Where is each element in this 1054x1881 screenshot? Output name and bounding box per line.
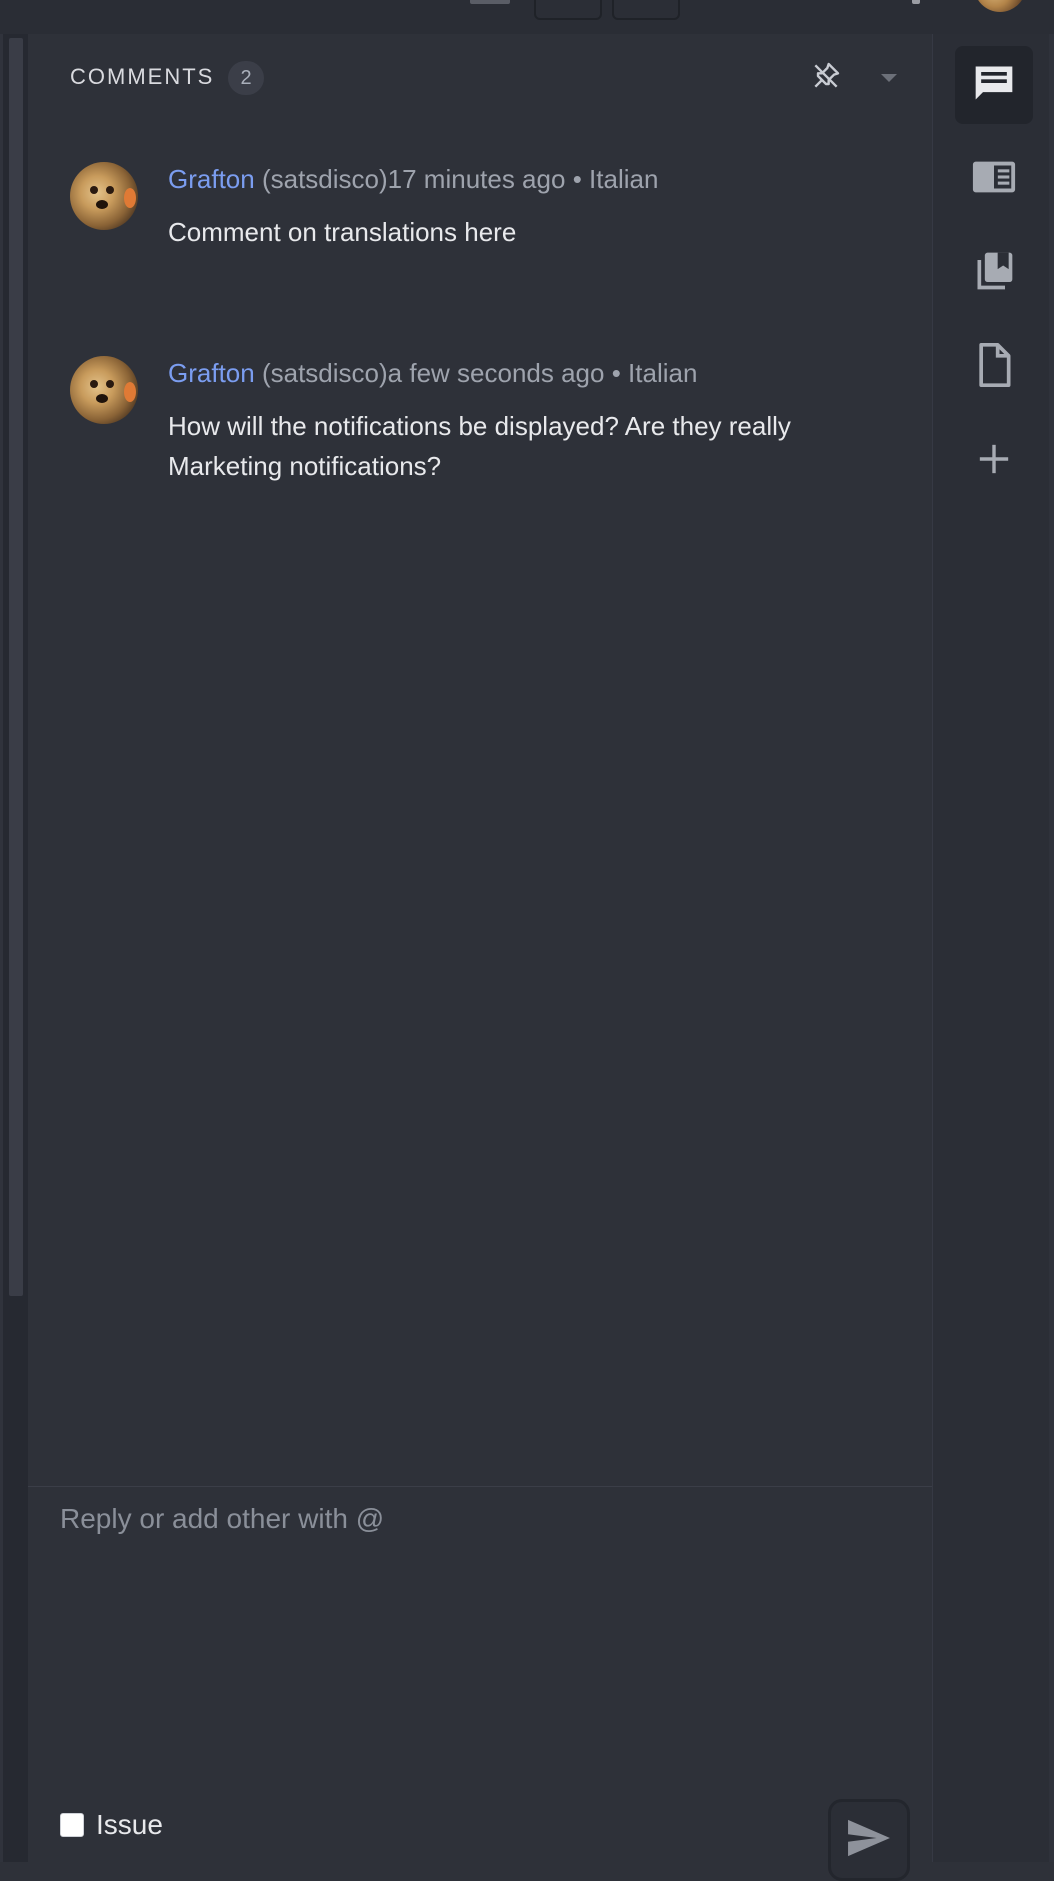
- scrollbar[interactable]: [9, 38, 23, 1296]
- comment-timestamp: a few seconds ago: [387, 358, 605, 388]
- sidebar-item-add[interactable]: [955, 422, 1033, 500]
- comment-meta: Grafton (satsdisco)17 minutes ago • Ital…: [168, 164, 658, 195]
- comment-item: Grafton (satsdisco)17 minutes ago • Ital…: [70, 162, 900, 282]
- issue-toggle[interactable]: Issue: [60, 1809, 163, 1841]
- top-toolbar: [0, 0, 1054, 35]
- right-edge: [1049, 34, 1054, 1862]
- comment-timestamp: 17 minutes ago: [387, 164, 566, 194]
- avatar[interactable]: [70, 162, 138, 230]
- document-icon: [974, 342, 1014, 392]
- pin-button[interactable]: [804, 56, 848, 100]
- send-button[interactable]: [828, 1799, 910, 1881]
- panel-header: COMMENTS 2: [28, 34, 932, 114]
- comment-text: How will the notifications be displayed?…: [168, 411, 791, 481]
- toolbar-button[interactable]: [612, 0, 680, 20]
- panel-title: COMMENTS: [70, 64, 215, 89]
- comment-composer: Issue: [28, 1486, 932, 1881]
- sidebar-item-reader[interactable]: [955, 140, 1033, 218]
- toolbar-button[interactable]: [534, 0, 602, 20]
- comment-language: Italian: [589, 164, 659, 194]
- author-handle: (satsdisco): [261, 164, 388, 194]
- toolbar-square-icon[interactable]: [470, 0, 510, 4]
- comment-meta: Grafton (satsdisco)a few seconds ago • I…: [168, 358, 697, 389]
- comment-text: Comment on translations here: [168, 217, 517, 247]
- comment-item: Grafton (satsdisco)a few seconds ago • I…: [70, 356, 900, 496]
- reader-panel-icon: [971, 157, 1017, 202]
- avatar[interactable]: [70, 356, 138, 424]
- meta-separator: •: [611, 358, 621, 388]
- reply-input[interactable]: [58, 1501, 902, 1725]
- comments-icon: [972, 61, 1016, 110]
- author-link[interactable]: Grafton: [168, 164, 255, 194]
- comments-panel: COMMENTS 2 Grafton (satsdisco)17 minutes…: [28, 34, 932, 1881]
- meta-separator: •: [572, 164, 582, 194]
- issue-label: Issue: [96, 1809, 163, 1840]
- toolbar-indicator-icon: [912, 0, 920, 4]
- right-sidebar: [932, 34, 1054, 1862]
- issue-checkbox[interactable]: [60, 1813, 84, 1837]
- author-link[interactable]: Grafton: [168, 358, 255, 388]
- user-avatar[interactable]: [974, 0, 1026, 12]
- sidebar-item-document[interactable]: [955, 328, 1033, 406]
- comment-language: Italian: [628, 358, 698, 388]
- author-handle: (satsdisco): [261, 358, 388, 388]
- left-gutter: [0, 34, 28, 1862]
- sidebar-item-glossary[interactable]: [955, 234, 1033, 312]
- comment-count-badge: 2: [228, 61, 264, 95]
- gutter-edge: [0, 34, 3, 1862]
- send-icon: [846, 1818, 892, 1863]
- sort-dropdown-button[interactable]: [872, 64, 906, 94]
- pin-off-icon: [810, 60, 842, 97]
- add-icon: [977, 442, 1011, 481]
- chevron-down-icon: [880, 70, 898, 88]
- glossary-icon: [972, 249, 1016, 298]
- sidebar-item-comments[interactable]: [955, 46, 1033, 124]
